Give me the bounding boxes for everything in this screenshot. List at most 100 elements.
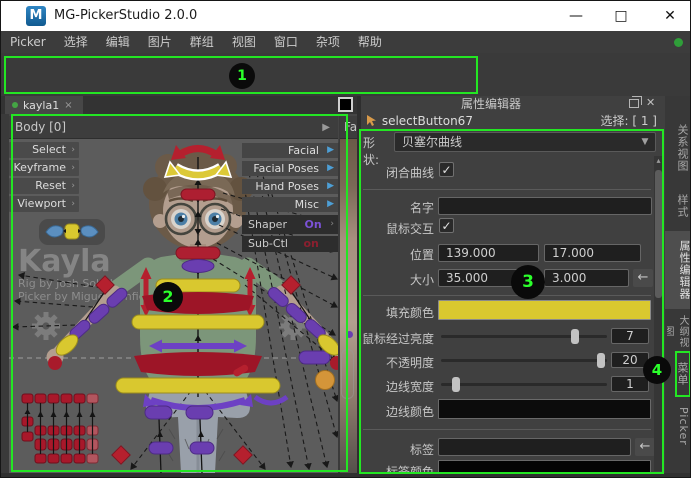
reset-flyout-button[interactable]: Reset› <box>9 178 79 194</box>
flyout-arrow-icon: › <box>71 196 75 212</box>
shaper-toggle-row[interactable]: Shaper On › <box>242 215 338 234</box>
close-panel-icon[interactable]: ✕ <box>646 96 655 109</box>
attribute-editor-title: 属性编辑器 <box>361 96 621 113</box>
menu-window[interactable]: 窗口 <box>265 31 307 53</box>
flyout-arrow-icon: › <box>71 160 75 176</box>
hand-poses-flyout-button[interactable]: Hand Poses▶ <box>242 179 338 194</box>
maximize-button[interactable]: □ <box>604 5 638 27</box>
label-color-swatch[interactable] <box>438 460 651 474</box>
menu-picker[interactable]: Picker <box>1 31 55 53</box>
line-width-slider[interactable] <box>441 383 607 386</box>
attribute-scrollbar[interactable]: ▴ <box>654 156 663 471</box>
tab-picker[interactable]: Picker <box>667 403 690 449</box>
tab-style[interactable]: 样式 <box>667 189 690 223</box>
watermark-title: Kayla <box>18 244 111 279</box>
fill-color-label: 填充颜色 <box>356 304 434 321</box>
line-color-swatch[interactable] <box>438 399 651 419</box>
keyframe-label: Keyframe <box>13 161 66 174</box>
keyframe-flyout-button[interactable]: Keyframe › <box>9 160 79 176</box>
size-reset-button[interactable]: ← <box>633 269 653 287</box>
tab-modified-dot <box>12 102 18 108</box>
chevron-down-icon[interactable]: ▼ <box>635 132 655 152</box>
facial-poses-flyout-button[interactable]: Facial Poses▶ <box>242 161 338 176</box>
window-bottom-edge <box>1 473 691 478</box>
label-input[interactable] <box>438 438 631 456</box>
minimize-button[interactable]: — <box>559 5 593 27</box>
menu-edit[interactable]: 编辑 <box>97 31 139 53</box>
tab-kayla1[interactable]: kayla1 × <box>5 96 83 114</box>
tab-relation-view[interactable]: 关系视图 <box>667 115 690 181</box>
shape-value: 贝塞尔曲线 <box>402 135 462 149</box>
size-height-input[interactable]: 3.000 <box>544 269 629 287</box>
viewport-flyout-button[interactable]: Viewport › <box>9 196 79 212</box>
menu-image[interactable]: 图片 <box>139 31 181 53</box>
position-x-input[interactable]: 139.000 <box>438 244 539 262</box>
shaper-arrow-icon: › <box>330 215 334 234</box>
node-name: selectButton67 <box>382 114 473 128</box>
window-title: MG-PickerStudio 2.0.0 <box>54 8 197 23</box>
finger-controls[interactable] <box>22 394 98 463</box>
page-tab-body[interactable]: Body [0] ▶ <box>9 116 338 139</box>
hover-brightness-label: 鼠标经过亮度 <box>349 330 434 347</box>
subctl-label: Sub-Ctl <box>242 237 288 250</box>
tab-close-icon[interactable]: × <box>64 100 72 111</box>
slider-handle[interactable] <box>571 329 579 344</box>
hover-brightness-slider[interactable] <box>441 335 607 338</box>
shaper-label: Shaper <box>242 218 287 231</box>
scrollbar-handle[interactable] <box>655 170 662 298</box>
name-input[interactable] <box>438 197 652 215</box>
subctl-toggle-row[interactable]: Sub-Ctl on <box>242 236 338 252</box>
separator <box>363 189 651 190</box>
select-button-icon <box>365 114 378 127</box>
menu-group[interactable]: 群组 <box>181 31 223 53</box>
tab-attribute-editor[interactable]: 属性编辑器 <box>665 231 691 309</box>
misc-flyout-button[interactable]: Misc▶ <box>242 197 338 212</box>
shape-combobox[interactable]: 贝塞尔曲线 <box>394 132 656 152</box>
menu-help[interactable]: 帮助 <box>349 31 391 53</box>
viewport-label: Viewport <box>17 197 66 210</box>
menu-select[interactable]: 选择 <box>55 31 97 53</box>
mouse-interact-checkbox[interactable]: ✓ <box>439 218 454 233</box>
size-width-input[interactable]: 35.000 <box>438 269 539 287</box>
line-width-value[interactable]: 1 <box>611 376 649 392</box>
mouse-interact-label: 鼠标交互 <box>356 220 434 237</box>
misc-label: Misc <box>295 198 319 211</box>
flyout-arrow-icon: › <box>71 178 75 194</box>
separator <box>363 295 651 296</box>
opacity-slider[interactable] <box>441 359 607 362</box>
facial-flyout-button[interactable]: Facial▶ <box>242 143 338 158</box>
separator <box>363 429 651 430</box>
eye-control-widget[interactable] <box>39 219 105 245</box>
mg-pickerstudio-window: M MG-PickerStudio 2.0.0 — □ ✕ Picker 选择 … <box>0 0 691 478</box>
display-toggle-icon[interactable] <box>338 97 353 112</box>
face-page-widget <box>341 349 354 399</box>
page-tab-arrow-icon[interactable]: ▶ <box>322 116 330 139</box>
menu-misc[interactable]: 杂项 <box>307 31 349 53</box>
face-page-sliver[interactable] <box>340 139 357 473</box>
subctl-state[interactable]: on <box>291 237 318 250</box>
opacity-value[interactable]: 20 <box>611 352 649 368</box>
line-color-label: 边线颜色 <box>356 403 434 420</box>
tab-outline-view[interactable]: 大纲视图 <box>667 313 690 349</box>
float-panel-icon[interactable] <box>629 99 639 108</box>
hover-brightness-value[interactable]: 7 <box>611 328 649 344</box>
node-name-row: selectButton67 <box>365 113 473 130</box>
page-tab-face-clipped[interactable]: Fa <box>340 116 357 139</box>
label-reset-button[interactable]: ← <box>635 438 655 456</box>
position-y-input[interactable]: 17.000 <box>544 244 641 262</box>
select-flyout-button[interactable]: Select› <box>9 142 79 158</box>
blue-flyout-arrow-icon: ▶ <box>327 163 334 174</box>
tab-menu[interactable]: 菜单 <box>667 355 690 393</box>
close-button[interactable]: ✕ <box>653 5 687 27</box>
menu-view[interactable]: 视图 <box>223 31 265 53</box>
select-label: Select <box>32 143 66 156</box>
slider-handle[interactable] <box>597 353 605 368</box>
scroll-up-icon[interactable]: ▴ <box>654 156 663 165</box>
page-tab-body-label: Body [0] <box>15 120 66 134</box>
shaper-state[interactable]: On <box>290 218 321 231</box>
fill-color-swatch[interactable] <box>438 300 651 320</box>
facial-label: Facial <box>288 144 319 157</box>
slider-handle[interactable] <box>452 377 460 392</box>
eye-control-graphic <box>39 219 105 245</box>
closed-curve-checkbox[interactable]: ✓ <box>439 162 454 177</box>
